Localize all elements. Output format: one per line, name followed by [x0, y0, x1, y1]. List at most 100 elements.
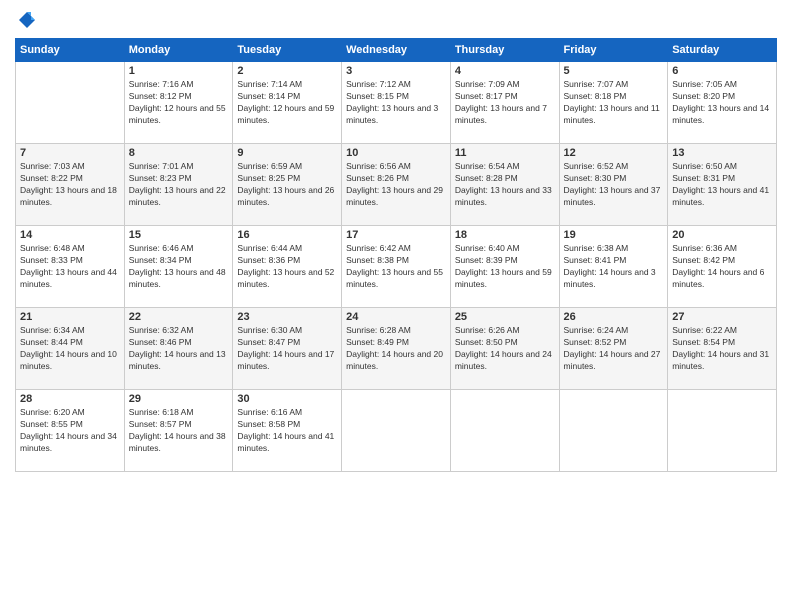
day-info: Sunrise: 6:34 AMSunset: 8:44 PMDaylight:…	[20, 325, 117, 371]
calendar-cell: 6 Sunrise: 7:05 AMSunset: 8:20 PMDaylight…	[668, 62, 777, 144]
week-row-2: 14 Sunrise: 6:48 AMSunset: 8:33 PMDayligh…	[16, 226, 777, 308]
calendar-cell: 5Sunrise: 7:07 AMSunset: 8:18 PMDaylight…	[559, 62, 668, 144]
calendar-cell: 12Sunrise: 6:52 AMSunset: 8:30 PMDayligh…	[559, 144, 668, 226]
calendar-cell: 4Sunrise: 7:09 AMSunset: 8:17 PMDaylight…	[450, 62, 559, 144]
calendar-cell: 7 Sunrise: 7:03 AMSunset: 8:22 PMDaylight…	[16, 144, 125, 226]
day-number: 19	[564, 229, 664, 241]
day-number: 23	[237, 311, 337, 323]
day-info: Sunrise: 6:22 AMSunset: 8:54 PMDaylight:…	[672, 325, 769, 371]
header-row: Sunday Monday Tuesday Wednesday Thursday…	[16, 39, 777, 62]
day-info: Sunrise: 7:01 AMSunset: 8:23 PMDaylight:…	[129, 161, 226, 207]
calendar-body: 1 Sunrise: 7:16 AMSunset: 8:12 PMDaylight…	[16, 62, 777, 472]
calendar-cell: 28 Sunrise: 6:20 AMSunset: 8:55 PMDayligh…	[16, 390, 125, 472]
day-info: Sunrise: 6:42 AMSunset: 8:38 PMDaylight:…	[346, 243, 443, 289]
calendar-cell: 26Sunrise: 6:24 AMSunset: 8:52 PMDayligh…	[559, 308, 668, 390]
day-info: Sunrise: 7:12 AMSunset: 8:15 PMDaylight:…	[346, 79, 438, 125]
day-info: Sunrise: 7:05 AMSunset: 8:20 PMDaylight:…	[672, 79, 769, 125]
day-number: 8	[129, 147, 229, 159]
day-number: 20	[672, 229, 772, 241]
calendar-cell: 15Sunrise: 6:46 AMSunset: 8:34 PMDayligh…	[124, 226, 233, 308]
calendar-cell: 10Sunrise: 6:56 AMSunset: 8:26 PMDayligh…	[342, 144, 451, 226]
day-number: 6	[672, 65, 772, 77]
day-number: 15	[129, 229, 229, 241]
logo	[15, 10, 37, 30]
th-thursday: Thursday	[450, 39, 559, 62]
day-number: 1	[129, 65, 229, 77]
day-info: Sunrise: 6:30 AMSunset: 8:47 PMDaylight:…	[237, 325, 334, 371]
calendar-cell: 21 Sunrise: 6:34 AMSunset: 8:44 PMDayligh…	[16, 308, 125, 390]
day-number: 18	[455, 229, 555, 241]
day-info: Sunrise: 7:16 AMSunset: 8:12 PMDaylight:…	[129, 79, 226, 125]
day-info: Sunrise: 6:36 AMSunset: 8:42 PMDaylight:…	[672, 243, 764, 289]
week-row-0: 1 Sunrise: 7:16 AMSunset: 8:12 PMDaylight…	[16, 62, 777, 144]
day-number: 24	[346, 311, 446, 323]
day-number: 21	[20, 311, 120, 323]
calendar-cell: 14 Sunrise: 6:48 AMSunset: 8:33 PMDayligh…	[16, 226, 125, 308]
day-number: 14	[20, 229, 120, 241]
calendar-cell: 19 Sunrise: 6:38 AMSunset: 8:41 PMDayligh…	[559, 226, 668, 308]
calendar-cell: 16Sunrise: 6:44 AMSunset: 8:36 PMDayligh…	[233, 226, 342, 308]
day-info: Sunrise: 6:16 AMSunset: 8:58 PMDaylight:…	[237, 407, 334, 453]
day-info: Sunrise: 6:24 AMSunset: 8:52 PMDaylight:…	[564, 325, 661, 371]
calendar-cell: 2Sunrise: 7:14 AMSunset: 8:14 PMDaylight…	[233, 62, 342, 144]
day-info: Sunrise: 6:18 AMSunset: 8:57 PMDaylight:…	[129, 407, 226, 453]
calendar-cell: 20 Sunrise: 6:36 AMSunset: 8:42 PMDayligh…	[668, 226, 777, 308]
day-info: Sunrise: 6:54 AMSunset: 8:28 PMDaylight:…	[455, 161, 552, 207]
week-row-3: 21 Sunrise: 6:34 AMSunset: 8:44 PMDayligh…	[16, 308, 777, 390]
header	[15, 10, 777, 30]
calendar-cell	[559, 390, 668, 472]
calendar-cell: 17Sunrise: 6:42 AMSunset: 8:38 PMDayligh…	[342, 226, 451, 308]
day-number: 5	[564, 65, 664, 77]
day-number: 13	[672, 147, 772, 159]
calendar-cell	[16, 62, 125, 144]
calendar-cell: 13 Sunrise: 6:50 AMSunset: 8:31 PMDayligh…	[668, 144, 777, 226]
day-info: Sunrise: 6:40 AMSunset: 8:39 PMDaylight:…	[455, 243, 552, 289]
day-info: Sunrise: 6:28 AMSunset: 8:49 PMDaylight:…	[346, 325, 443, 371]
day-number: 25	[455, 311, 555, 323]
th-tuesday: Tuesday	[233, 39, 342, 62]
day-number: 28	[20, 393, 120, 405]
calendar-cell: 27 Sunrise: 6:22 AMSunset: 8:54 PMDayligh…	[668, 308, 777, 390]
calendar-cell	[342, 390, 451, 472]
day-info: Sunrise: 7:09 AMSunset: 8:17 PMDaylight:…	[455, 79, 547, 125]
day-info: Sunrise: 7:14 AMSunset: 8:14 PMDaylight:…	[237, 79, 334, 125]
logo-icon	[17, 10, 37, 30]
day-info: Sunrise: 6:32 AMSunset: 8:46 PMDaylight:…	[129, 325, 226, 371]
day-number: 9	[237, 147, 337, 159]
calendar-cell: 8 Sunrise: 7:01 AMSunset: 8:23 PMDaylight…	[124, 144, 233, 226]
calendar-cell: 24 Sunrise: 6:28 AMSunset: 8:49 PMDayligh…	[342, 308, 451, 390]
day-number: 7	[20, 147, 120, 159]
calendar-cell: 11 Sunrise: 6:54 AMSunset: 8:28 PMDayligh…	[450, 144, 559, 226]
calendar-cell: 18 Sunrise: 6:40 AMSunset: 8:39 PMDayligh…	[450, 226, 559, 308]
th-wednesday: Wednesday	[342, 39, 451, 62]
calendar-cell: 29Sunrise: 6:18 AMSunset: 8:57 PMDayligh…	[124, 390, 233, 472]
day-info: Sunrise: 7:03 AMSunset: 8:22 PMDaylight:…	[20, 161, 117, 207]
day-info: Sunrise: 6:44 AMSunset: 8:36 PMDaylight:…	[237, 243, 334, 289]
th-monday: Monday	[124, 39, 233, 62]
day-info: Sunrise: 6:56 AMSunset: 8:26 PMDaylight:…	[346, 161, 443, 207]
calendar-cell: 9 Sunrise: 6:59 AMSunset: 8:25 PMDaylight…	[233, 144, 342, 226]
calendar-cell: 25 Sunrise: 6:26 AMSunset: 8:50 PMDayligh…	[450, 308, 559, 390]
day-info: Sunrise: 6:20 AMSunset: 8:55 PMDaylight:…	[20, 407, 117, 453]
day-number: 11	[455, 147, 555, 159]
day-info: Sunrise: 6:38 AMSunset: 8:41 PMDaylight:…	[564, 243, 656, 289]
calendar-table: Sunday Monday Tuesday Wednesday Thursday…	[15, 38, 777, 472]
th-friday: Friday	[559, 39, 668, 62]
calendar-cell	[450, 390, 559, 472]
page: Sunday Monday Tuesday Wednesday Thursday…	[0, 0, 792, 612]
calendar-cell: 22 Sunrise: 6:32 AMSunset: 8:46 PMDayligh…	[124, 308, 233, 390]
day-info: Sunrise: 6:50 AMSunset: 8:31 PMDaylight:…	[672, 161, 769, 207]
day-number: 22	[129, 311, 229, 323]
calendar-cell: 3 Sunrise: 7:12 AMSunset: 8:15 PMDaylight…	[342, 62, 451, 144]
day-info: Sunrise: 6:59 AMSunset: 8:25 PMDaylight:…	[237, 161, 334, 207]
day-info: Sunrise: 6:26 AMSunset: 8:50 PMDaylight:…	[455, 325, 552, 371]
calendar-cell: 23 Sunrise: 6:30 AMSunset: 8:47 PMDayligh…	[233, 308, 342, 390]
calendar-header: Sunday Monday Tuesday Wednesday Thursday…	[16, 39, 777, 62]
day-info: Sunrise: 6:52 AMSunset: 8:30 PMDaylight:…	[564, 161, 661, 207]
day-number: 27	[672, 311, 772, 323]
week-row-4: 28 Sunrise: 6:20 AMSunset: 8:55 PMDayligh…	[16, 390, 777, 472]
week-row-1: 7 Sunrise: 7:03 AMSunset: 8:22 PMDaylight…	[16, 144, 777, 226]
day-number: 3	[346, 65, 446, 77]
day-info: Sunrise: 6:48 AMSunset: 8:33 PMDaylight:…	[20, 243, 117, 289]
th-saturday: Saturday	[668, 39, 777, 62]
